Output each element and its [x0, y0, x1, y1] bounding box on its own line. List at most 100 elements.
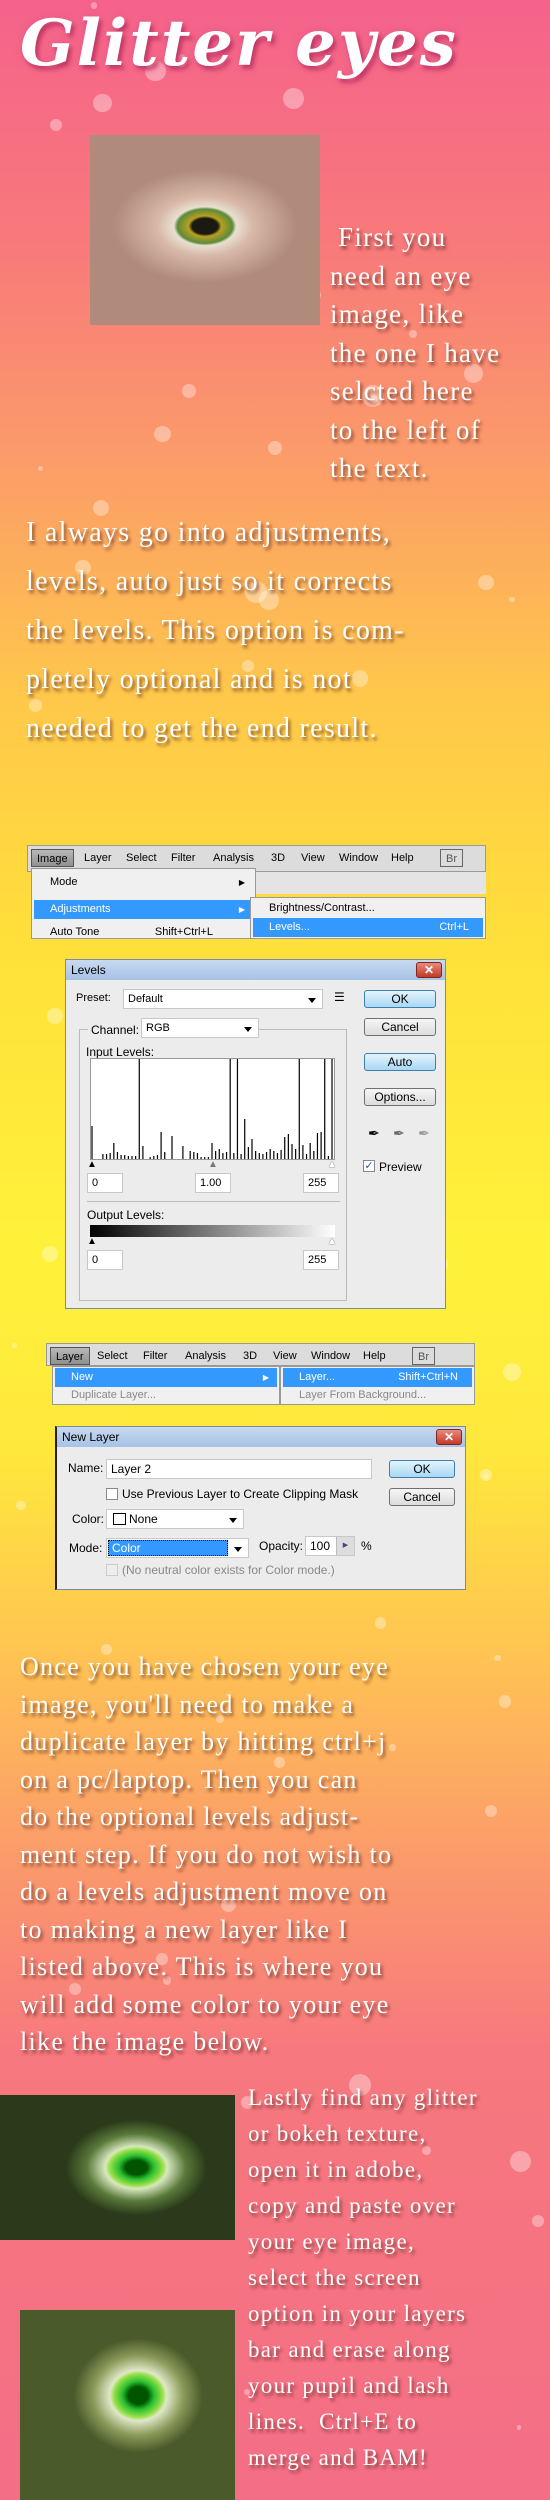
opacity-label: Opacity:: [259, 1539, 304, 1553]
menu-3d[interactable]: 3D: [238, 1347, 262, 1365]
sparkle: [47, 1008, 63, 1024]
color-label: Color:: [72, 1512, 105, 1526]
menu-window[interactable]: Window: [334, 849, 383, 867]
mode-dropdown[interactable]: Color: [106, 1538, 249, 1558]
cancel-button[interactable]: Cancel: [364, 1018, 436, 1036]
black-point-slider[interactable]: ▲: [87, 1159, 97, 1170]
new-layer-dialog: New Layer ✕ Name: Layer 2 OK Cancel Use …: [55, 1426, 466, 1590]
menu-item-layer-from-background[interactable]: Layer From Background...: [283, 1386, 472, 1405]
mode-value: Color: [108, 1540, 228, 1556]
white-point-slider[interactable]: ▲: [327, 1159, 337, 1170]
preset-options-icon[interactable]: ☰: [334, 990, 345, 1004]
text-line: pletely optional and is not: [26, 664, 352, 695]
ok-button[interactable]: OK: [389, 1460, 455, 1478]
menu-select[interactable]: Select: [121, 849, 162, 867]
opacity-input[interactable]: 100 ▶: [305, 1536, 355, 1556]
adjustments-submenu: Brightness/Contrast... Levels... Ctrl+L: [250, 897, 486, 939]
output-black-field[interactable]: 0: [87, 1250, 123, 1270]
sparkle: [154, 425, 171, 443]
sparkle: [37, 465, 44, 472]
white-eyedropper-icon[interactable]: ✒: [418, 1125, 430, 1142]
ok-button[interactable]: OK: [364, 990, 436, 1008]
menu-view[interactable]: View: [268, 1347, 302, 1365]
menu-help[interactable]: Help: [358, 1347, 391, 1365]
output-black-slider[interactable]: ▲: [87, 1236, 97, 1247]
sparkle: [509, 596, 515, 603]
paragraph-glitter: Lastly find any glitter or bokeh texture,…: [248, 2080, 478, 2476]
gray-eyedropper-icon[interactable]: ✒: [393, 1125, 405, 1142]
text-line: Once you have chosen your eye: [20, 1652, 390, 1681]
sparkle: [531, 2214, 545, 2228]
menu-3d[interactable]: 3D: [266, 849, 290, 867]
eye-photo-original: [90, 135, 320, 325]
menu-item-brightness-contrast[interactable]: Brightness/Contrast...: [253, 899, 483, 918]
page-title: Glitter eyes: [20, 6, 458, 81]
output-white-field[interactable]: 255: [303, 1250, 339, 1270]
cancel-button[interactable]: Cancel: [389, 1488, 455, 1506]
label: New: [71, 1371, 94, 1383]
menu-layer[interactable]: Layer: [79, 849, 117, 867]
label: Layer From Background...: [299, 1389, 427, 1401]
color-dropdown[interactable]: None: [106, 1509, 244, 1529]
preview-checkbox[interactable]: ✓: [363, 1160, 375, 1172]
input-black-field[interactable]: 0: [87, 1173, 123, 1193]
eye-photo-colored: [0, 2095, 235, 2240]
channel-dropdown[interactable]: RGB: [141, 1018, 259, 1038]
menu-item-duplicate-layer[interactable]: Duplicate Layer...: [55, 1386, 277, 1405]
input-white-field[interactable]: 255: [303, 1173, 339, 1193]
text-line: image, like: [330, 299, 465, 329]
close-icon[interactable]: ✕: [436, 1429, 462, 1445]
menu-window[interactable]: Window: [306, 1347, 355, 1365]
sparkle: [483, 1473, 489, 1479]
menu-item-adjustments[interactable]: Adjustments ▶: [34, 900, 253, 919]
output-levels-label: Output Levels:: [87, 1208, 165, 1222]
preset-dropdown[interactable]: Default: [123, 989, 323, 1009]
label: Adjustments: [50, 903, 111, 915]
text-line: I always go into adjustments,: [26, 517, 392, 548]
menu-br[interactable]: Br: [440, 849, 463, 867]
text-line: ment step. If you do not wish to: [20, 1839, 393, 1869]
menu-item-mode[interactable]: Mode ▶: [34, 873, 253, 892]
sparkle: [282, 87, 305, 110]
sparkle: [42, 1246, 58, 1263]
channel-label: Channel:: [88, 1023, 143, 1037]
menu-filter[interactable]: Filter: [138, 1347, 172, 1365]
label: Auto Tone: [50, 926, 100, 938]
menu-br[interactable]: Br: [412, 1347, 435, 1365]
text-line: needed to get the end result.: [26, 713, 378, 744]
clipping-mask-checkbox[interactable]: [106, 1488, 118, 1500]
gamma-slider[interactable]: ▲: [208, 1159, 218, 1170]
menu-image[interactable]: Image: [31, 849, 74, 867]
shortcut: Shift+Ctrl+L: [154, 926, 213, 938]
menu-item-levels[interactable]: Levels... Ctrl+L: [253, 918, 483, 937]
output-white-slider[interactable]: ▲: [327, 1236, 337, 1247]
menu-help[interactable]: Help: [386, 849, 419, 867]
opacity-slider-arrow-icon[interactable]: ▶: [336, 1537, 354, 1555]
label: Layer...: [299, 1371, 336, 1383]
menu-analysis[interactable]: Analysis: [208, 849, 259, 867]
auto-button[interactable]: Auto: [364, 1053, 436, 1071]
menu-view[interactable]: View: [296, 849, 330, 867]
neutral-color-checkbox[interactable]: [106, 1564, 118, 1576]
text-line: bar and erase along: [248, 2337, 451, 2362]
sparkle: [485, 1804, 498, 1817]
sparkle: [479, 1468, 492, 1481]
black-eyedropper-icon[interactable]: ✒: [368, 1125, 380, 1142]
menu-analysis[interactable]: Analysis: [180, 1347, 231, 1365]
menu-layer[interactable]: Layer: [50, 1347, 90, 1365]
close-icon[interactable]: ✕: [416, 962, 442, 978]
name-input[interactable]: Layer 2: [106, 1459, 372, 1479]
sparkle: [49, 119, 62, 132]
input-gamma-field[interactable]: 1.00: [195, 1173, 231, 1193]
menu-item-new[interactable]: New ▶: [55, 1368, 277, 1387]
options-button[interactable]: Options...: [364, 1088, 436, 1106]
menu-item-new-layer[interactable]: Layer... Shift+Ctrl+N: [283, 1368, 472, 1387]
menu-select[interactable]: Select: [92, 1347, 133, 1365]
layer-menu: New ▶ Duplicate Layer...: [52, 1366, 280, 1405]
menu-filter[interactable]: Filter: [166, 849, 200, 867]
sparkle: [11, 1342, 18, 1349]
color-value: None: [129, 1512, 158, 1526]
opacity-value: 100: [310, 1539, 331, 1553]
sparkle: [503, 1362, 522, 1381]
menu-item-auto-tone[interactable]: Auto Tone Shift+Ctrl+L: [34, 923, 253, 942]
